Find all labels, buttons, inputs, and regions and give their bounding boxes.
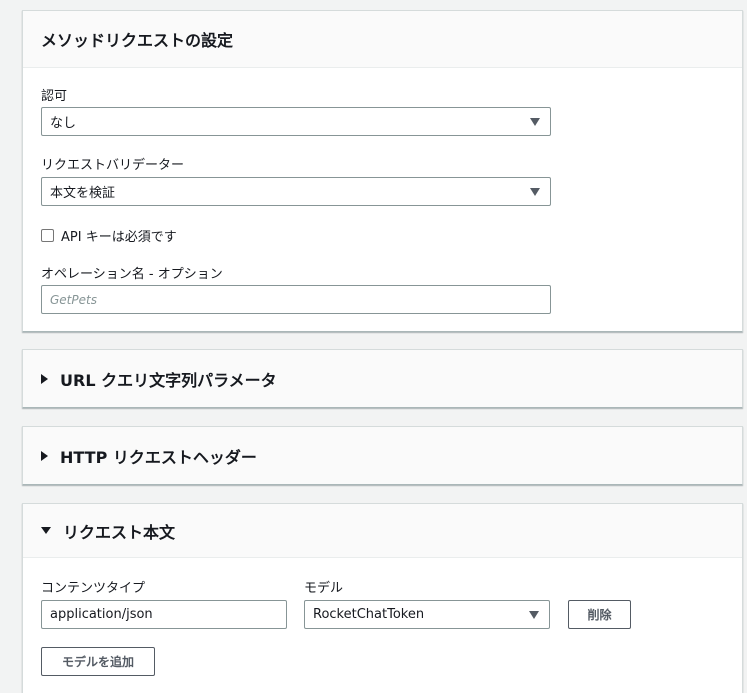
- url-query-panel[interactable]: URL クエリ文字列パラメータ: [22, 349, 743, 408]
- dropdown-arrow-icon: [530, 188, 540, 196]
- panel-title: URL クエリ文字列パラメータ: [60, 370, 277, 390]
- request-body-header[interactable]: リクエスト本文: [23, 504, 742, 558]
- add-model-button[interactable]: モデルを追加: [41, 647, 155, 676]
- api-key-checkbox[interactable]: [41, 229, 54, 242]
- model-value: RocketChatToken: [313, 607, 425, 622]
- validator-label: リクエストバリデーター: [41, 158, 185, 173]
- url-query-header[interactable]: URL クエリ文字列パラメータ: [23, 350, 742, 407]
- panel-title: リクエスト本文: [63, 522, 176, 542]
- api-key-label: API キーは必須です: [61, 230, 177, 245]
- auth-select[interactable]: なし: [41, 107, 551, 136]
- http-headers-panel[interactable]: HTTP リクエストヘッダー: [22, 426, 743, 485]
- model-label: モデル: [304, 581, 344, 596]
- caret-right-icon: [41, 450, 48, 461]
- delete-button[interactable]: 削除: [568, 600, 631, 629]
- operation-name-input[interactable]: GetPets: [41, 285, 551, 314]
- validator-select[interactable]: 本文を検証: [41, 177, 551, 206]
- auth-label: 認可: [41, 89, 68, 104]
- dropdown-arrow-icon: [530, 118, 540, 126]
- panel-title: メソッドリクエストの設定: [41, 31, 234, 50]
- dropdown-arrow-icon: [529, 611, 539, 619]
- operation-label: オペレーション名 - オプション: [41, 267, 223, 282]
- caret-right-icon: [41, 373, 48, 384]
- caret-down-icon: [41, 527, 51, 534]
- validator-value: 本文を検証: [50, 186, 116, 201]
- method-request-panel: メソッドリクエストの設定 認可 なし リクエストバリデーター 本文を検証 API…: [22, 10, 743, 332]
- content-type-label: コンテンツタイプ: [41, 581, 146, 596]
- panel-title: HTTP リクエストヘッダー: [60, 447, 257, 467]
- auth-value: なし: [50, 116, 77, 131]
- request-body-panel: リクエスト本文 コンテンツタイプ モデル application/json Ro…: [22, 503, 743, 693]
- http-headers-header[interactable]: HTTP リクエストヘッダー: [23, 427, 742, 484]
- method-request-header: メソッドリクエストの設定: [23, 11, 742, 68]
- content-type-input[interactable]: application/json: [41, 600, 287, 629]
- model-select[interactable]: RocketChatToken: [304, 600, 550, 629]
